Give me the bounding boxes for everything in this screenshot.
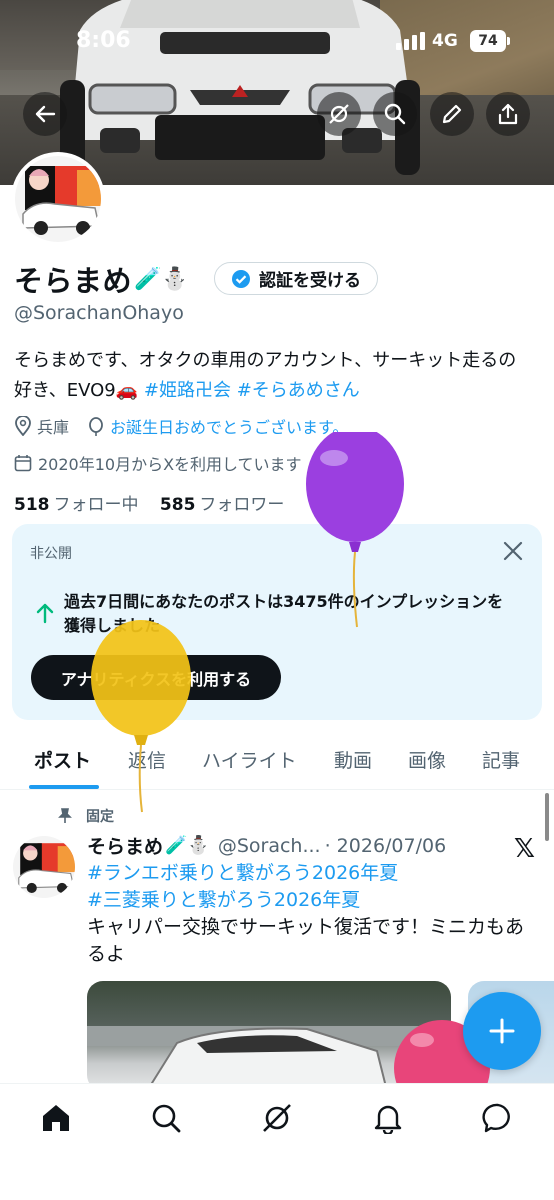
bell-icon[interactable] (372, 1102, 404, 1134)
search-icon[interactable] (150, 1102, 182, 1134)
card-private-label: 非公開 (30, 546, 72, 562)
tab-posts[interactable]: ポスト (34, 746, 91, 773)
post-handle: @Sorach... (217, 834, 321, 857)
profile-banner[interactable]: 8:06 4G 74 (0, 0, 554, 185)
post-header: そらまめ 🧪⛄ @Sorach... · 2026/07/06 (87, 832, 446, 859)
name-row: そらまめ 🧪⛄ (14, 258, 189, 300)
following-count: 518 (14, 495, 50, 515)
bio-hashtag-link[interactable]: #姫路卍会 (144, 380, 231, 401)
post-body: #ランエボ乗りと繋がろう2026年夏 #三菱乗りと繋がろう2026年夏 キャリパ… (87, 860, 537, 968)
grok-button[interactable] (317, 92, 361, 136)
tab-highlights[interactable]: ハイライト (202, 746, 297, 773)
followers-count: 585 (159, 495, 196, 515)
compose-post-button[interactable] (463, 992, 541, 1070)
status-time: 8:06 (76, 28, 131, 53)
edit-button[interactable] (430, 92, 474, 136)
messages-icon[interactable] (482, 1102, 514, 1134)
pencil-icon (442, 104, 462, 124)
pin-icon (58, 808, 72, 823)
grok-icon (329, 104, 349, 124)
follow-stats: 518 フォロー中 585 フォロワー (14, 490, 284, 515)
post-text: キャリパー交換でサーキット復活です！ミニカもあるよ (87, 916, 525, 965)
joined-text: 2020年10月からXを利用しています (38, 455, 302, 474)
name-emoji: 🧪⛄ (134, 266, 189, 292)
plus-icon (489, 1018, 515, 1044)
network-label: 4G (432, 31, 458, 51)
back-button[interactable] (23, 92, 67, 136)
battery-icon: 74 (470, 30, 510, 52)
post-hashtag-link[interactable]: #三菱乗りと繋がろう2026年夏 (87, 887, 537, 914)
bottom-navigation (0, 1083, 554, 1200)
profile-meta-row: 兵庫 お誕生日おめでとうございます。 (14, 414, 348, 438)
post-hashtag-link[interactable]: #ランエボ乗りと繋がろう2026年夏 (87, 860, 537, 887)
followers-label: フォロワー (199, 495, 285, 515)
following-label: フォロー中 (53, 495, 139, 515)
joined-row: 2020年10月からXを利用しています (14, 451, 302, 475)
tab-articles[interactable]: 記事 (482, 746, 520, 773)
home-icon[interactable] (40, 1102, 72, 1134)
search-button[interactable] (373, 92, 417, 136)
scrollbar[interactable] (545, 793, 549, 841)
balloon-yellow-icon (91, 620, 191, 813)
tab-media[interactable]: 画像 (408, 746, 446, 773)
post-date: · 2026/07/06 (324, 834, 447, 857)
post-name-emoji: 🧪⛄ (165, 835, 210, 856)
following-link[interactable]: 518 フォロー中 (14, 495, 139, 515)
avatar-image (15, 156, 101, 242)
grok-icon[interactable] (261, 1102, 293, 1134)
share-button[interactable] (486, 92, 530, 136)
balloon-purple-icon (306, 432, 404, 628)
followers-link[interactable]: 585 フォロワー (160, 495, 285, 515)
verified-badge-icon (232, 269, 250, 288)
tab-videos[interactable]: 動画 (334, 746, 372, 773)
profile-avatar[interactable] (11, 152, 105, 246)
balloon-birthday-icon (89, 417, 103, 436)
get-verified-button[interactable]: 認証を受ける (214, 262, 378, 295)
post-author-name[interactable]: そらまめ (87, 832, 163, 859)
bio-emoji: 🚗 (115, 380, 139, 401)
display-name: そらまめ (14, 264, 133, 298)
calendar-icon (14, 455, 32, 472)
location-icon (15, 416, 31, 436)
arrow-up-icon (36, 603, 54, 624)
banner-car-image (60, 0, 420, 175)
get-verified-label: 認証を受ける (259, 271, 361, 291)
close-icon[interactable] (502, 540, 524, 562)
search-icon (384, 103, 406, 125)
location-text: 兵庫 (37, 418, 70, 437)
post-avatar[interactable] (13, 836, 75, 898)
arrow-left-icon (35, 105, 56, 123)
profile-handle: @SorachanOhayo (14, 302, 184, 324)
signal-icon (396, 32, 425, 50)
share-icon (498, 103, 518, 125)
profile-tabs: ポスト 返信 ハイライト 動画 画像 記事 (0, 738, 554, 790)
profile-bio: そらまめです、オタクの車用のアカウント、サーキット走るの好き、EVO9🚗 #姫路… (14, 346, 534, 406)
bio-hashtag-link[interactable]: #そらあめさん (237, 380, 360, 401)
avatar-image (13, 836, 75, 898)
